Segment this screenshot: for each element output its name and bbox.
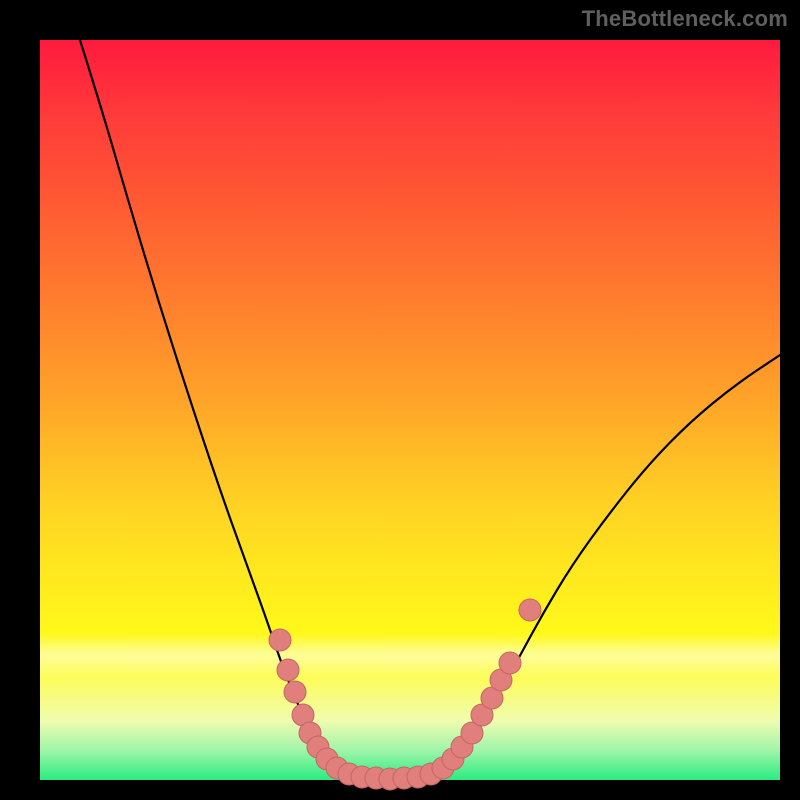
data-dot: [269, 629, 291, 651]
plot-area: [40, 40, 780, 780]
chart-frame: TheBottleneck.com: [0, 0, 800, 800]
data-dot: [499, 652, 521, 674]
curve-svg: [40, 40, 780, 780]
bottleneck-curve: [80, 40, 780, 779]
data-dot: [519, 599, 541, 621]
watermark-text: TheBottleneck.com: [582, 6, 788, 32]
data-dot: [284, 681, 306, 703]
data-dots: [269, 599, 541, 790]
data-dot: [277, 659, 299, 681]
